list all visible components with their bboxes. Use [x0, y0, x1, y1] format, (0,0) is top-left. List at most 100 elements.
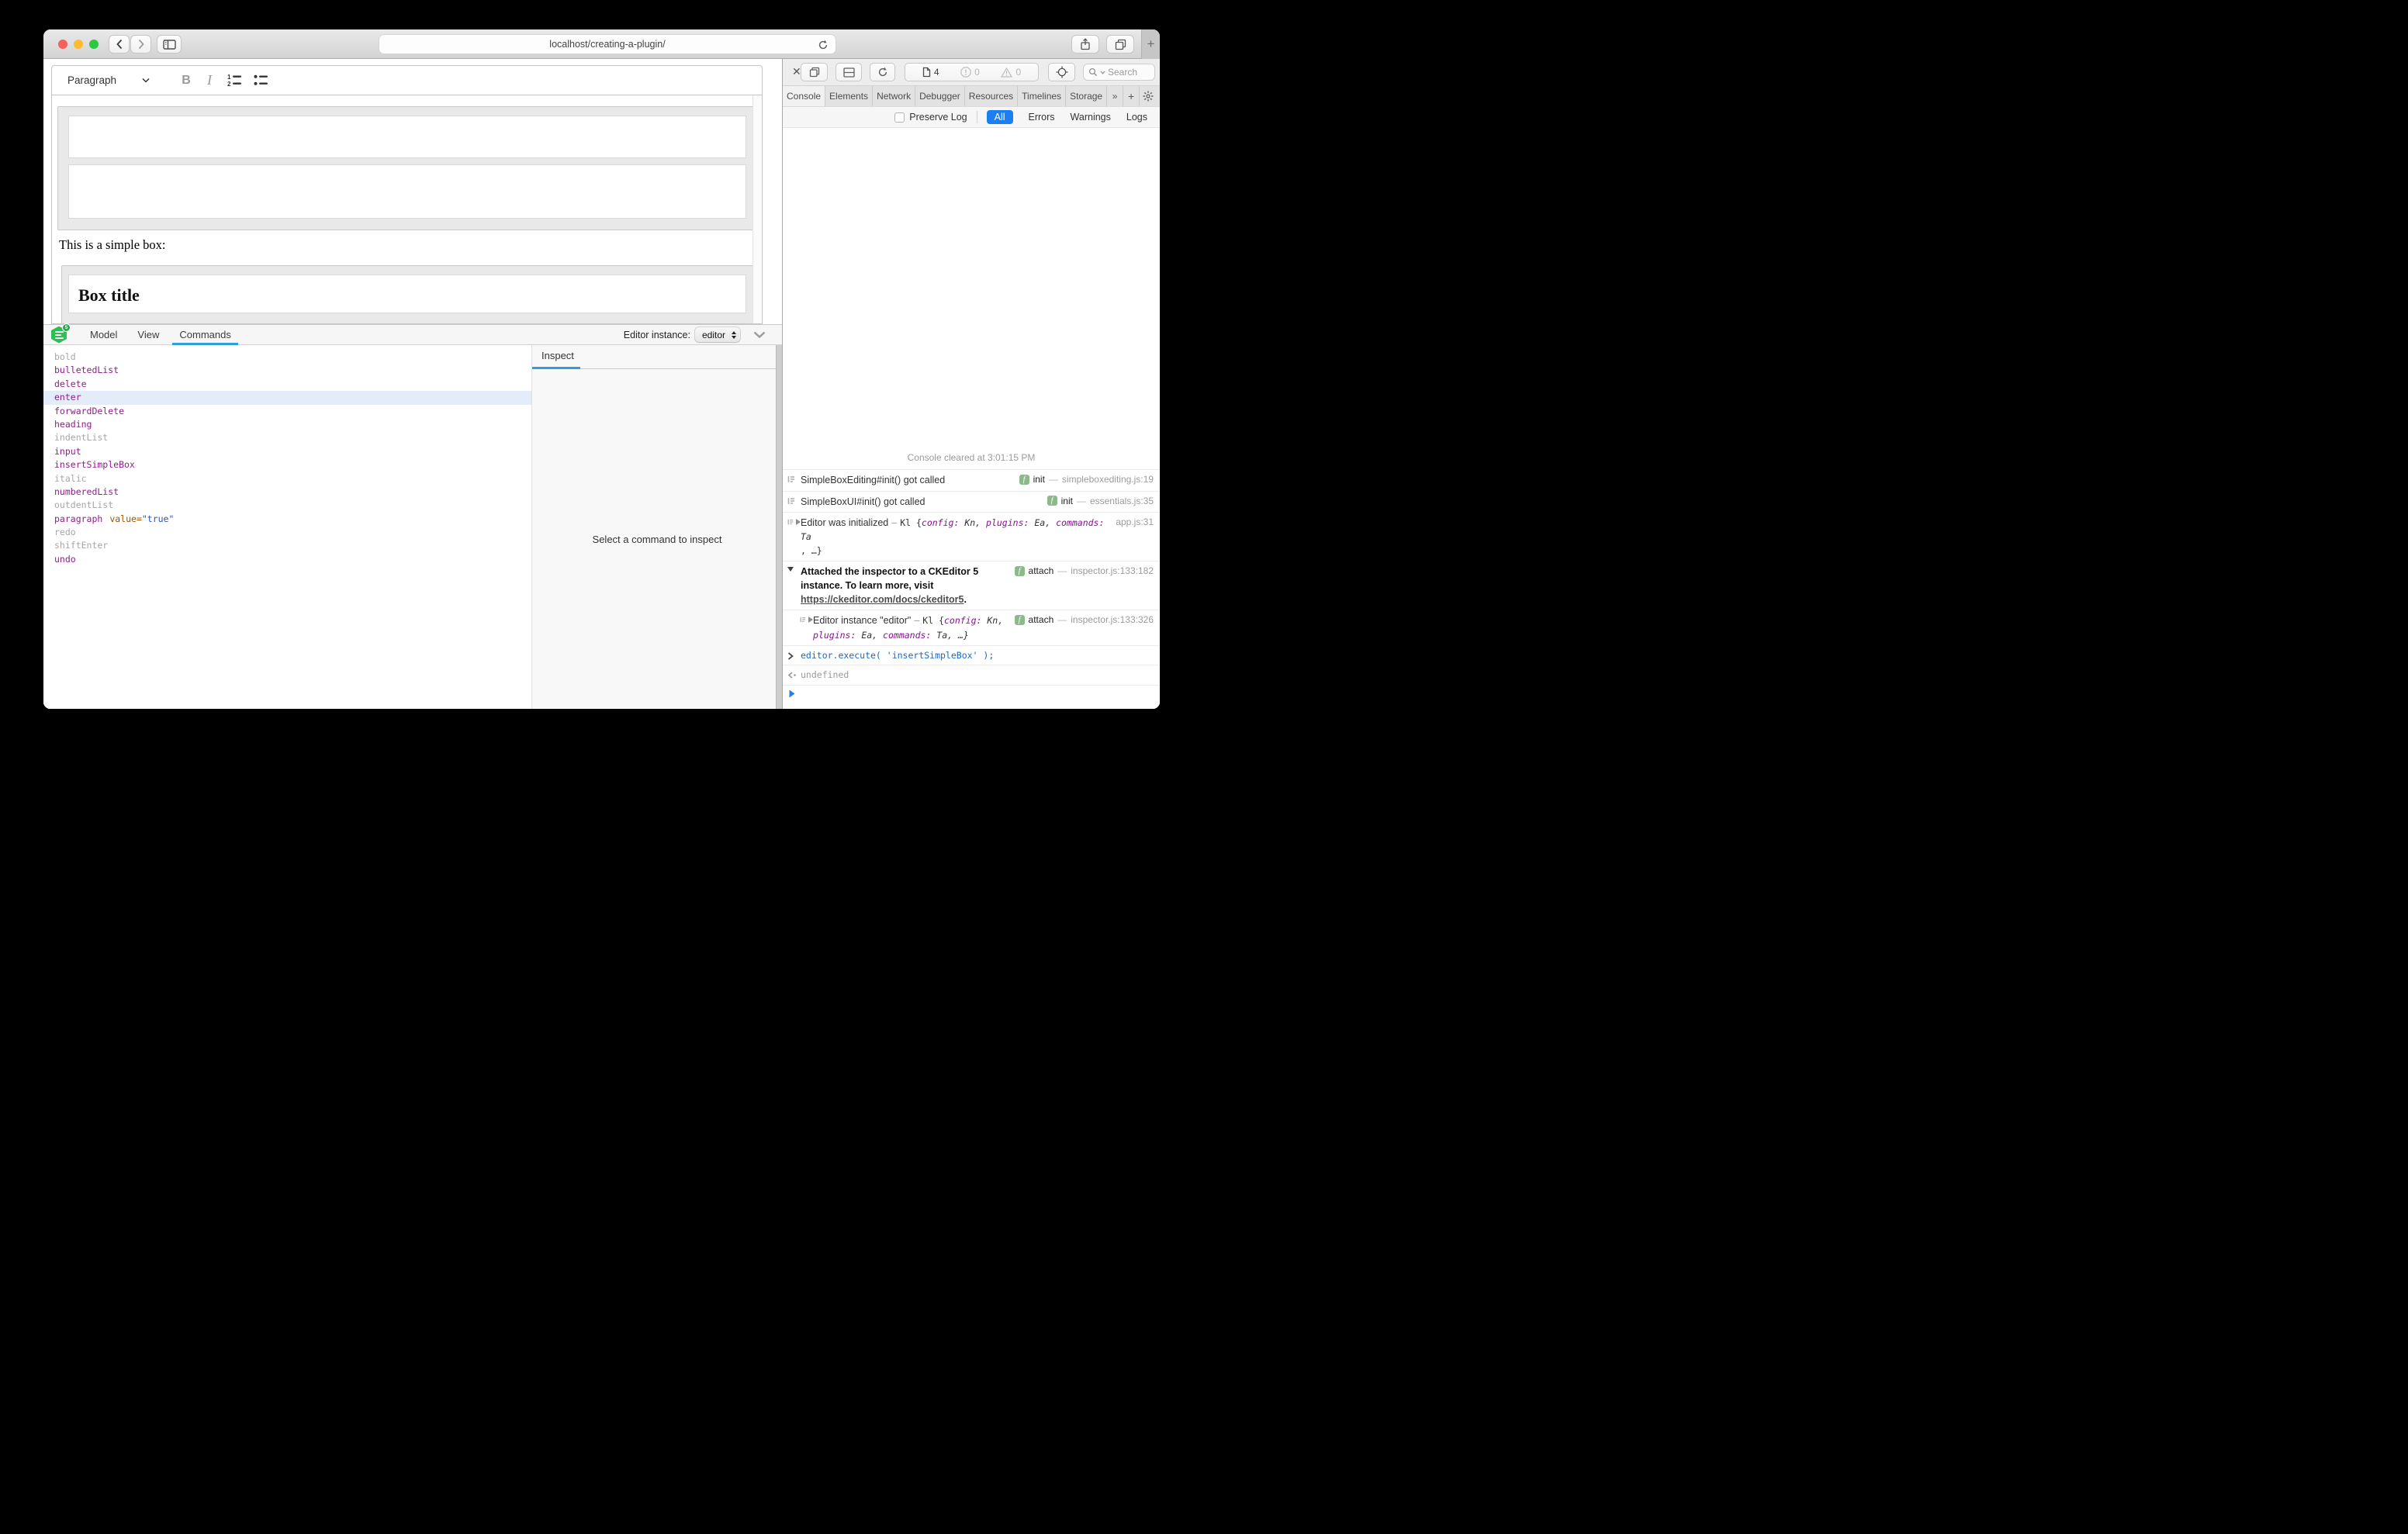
command-item[interactable]: undo	[43, 553, 531, 566]
ckeditor-docs-link[interactable]: https://ckeditor.com/docs/ckeditor5	[801, 594, 964, 605]
svg-text:1: 1	[227, 74, 231, 81]
source-location[interactable]: simpleboxediting.js:19	[1062, 474, 1154, 485]
console-log-entry-nested[interactable]: Editor instance "editor"–Kl {config: Kn,…	[783, 610, 1160, 644]
inspector-tab[interactable]: Elements	[825, 86, 873, 106]
disclosure-triangle-expanded[interactable]	[787, 567, 794, 572]
inspector-scrollbar[interactable]	[776, 345, 782, 709]
editor-scrollbar[interactable]	[752, 95, 762, 323]
inspector-tabs: ModelViewCommands	[80, 325, 241, 344]
command-item[interactable]: shiftEnter	[43, 539, 531, 552]
bulleted-list-button[interactable]	[247, 74, 274, 87]
filter-all[interactable]: All	[987, 110, 1013, 124]
inspector-tab[interactable]: Network	[873, 86, 915, 106]
chevron-down-icon	[1100, 71, 1105, 74]
add-tab-button[interactable]: +	[1123, 86, 1140, 106]
web-inspector-toolbar: ✕	[783, 59, 1160, 85]
console-input-entry[interactable]: editor.execute( 'insertSimpleBox' );	[783, 645, 1160, 665]
simple-box-widget-selected[interactable]	[57, 106, 756, 230]
search-icon	[1088, 67, 1098, 77]
filter-logs[interactable]: Logs	[1126, 112, 1147, 123]
tab-overflow-button[interactable]: »	[1107, 86, 1123, 106]
minimize-window-button[interactable]	[74, 40, 83, 49]
numbered-list-button[interactable]: 1 2	[221, 74, 247, 87]
tabs-icon	[1115, 39, 1126, 50]
command-item[interactable]: bold	[43, 351, 531, 364]
back-button[interactable]	[109, 35, 130, 54]
console-result-entry[interactable]: undefined	[783, 665, 1160, 685]
simple-box-description-field[interactable]	[68, 164, 746, 219]
close-window-button[interactable]	[58, 40, 67, 49]
settings-button[interactable]	[1140, 86, 1156, 106]
filter-warnings[interactable]: Warnings	[1071, 112, 1111, 123]
share-button[interactable]	[1071, 35, 1099, 54]
simple-box-widget[interactable]: Box title	[61, 265, 753, 324]
issues-summary[interactable]: 4 0 0	[905, 63, 1039, 81]
heading-dropdown[interactable]: Paragraph	[52, 74, 161, 86]
command-item[interactable]: numberedList	[43, 485, 531, 499]
source-location[interactable]: inspector.js:133:182	[1071, 565, 1154, 576]
inspector-tab[interactable]: Debugger	[915, 86, 965, 106]
editor-instance-select[interactable]: editor	[695, 327, 740, 342]
inspector-tab[interactable]: Commands	[169, 325, 240, 344]
close-inspector-button[interactable]: ✕	[792, 65, 801, 78]
dock-bottom-button[interactable]	[836, 63, 862, 81]
inspect-panel: Inspect Select a command to inspect	[532, 345, 782, 709]
editor-content[interactable]: This is a simple box: Box title	[51, 95, 763, 324]
dock-side-button[interactable]	[801, 63, 828, 81]
source-location[interactable]: app.js:31	[1116, 517, 1154, 527]
console-log-entry[interactable]: Editor was initialized–Kl {config: Kn, p…	[783, 512, 1160, 561]
command-item[interactable]: heading	[43, 418, 531, 431]
log-icon	[800, 616, 806, 624]
new-tab-button[interactable]: +	[1141, 29, 1160, 59]
command-item[interactable]: enter	[43, 391, 531, 404]
simple-box-title-field[interactable]: Box title	[68, 275, 746, 313]
command-item[interactable]: italic	[43, 472, 531, 485]
preserve-log-checkbox[interactable]	[894, 112, 905, 123]
command-item[interactable]: delete	[43, 378, 531, 391]
inspector-tab[interactable]: Model	[80, 325, 127, 344]
paragraph-text[interactable]: This is a simple box:	[59, 237, 166, 253]
inspector-tab[interactable]: Storage	[1066, 86, 1107, 106]
reload-page-button[interactable]	[870, 63, 895, 81]
command-item[interactable]: insertSimpleBox	[43, 458, 531, 472]
console-filter-bar: Preserve Log All Errors Warnings Logs	[783, 106, 1160, 128]
svg-text:2: 2	[227, 81, 231, 87]
source-location[interactable]: essentials.js:35	[1090, 496, 1154, 506]
inspector-tab[interactable]: Console	[783, 86, 825, 106]
reload-button[interactable]	[818, 40, 829, 50]
command-item[interactable]: forwardDelete	[43, 405, 531, 418]
filter-errors[interactable]: Errors	[1029, 112, 1055, 123]
bold-button[interactable]: B	[175, 74, 198, 88]
console-cleared-message: Console cleared at 3:01:15 PM	[783, 447, 1160, 469]
forward-button[interactable]	[130, 35, 151, 54]
inspector-tab[interactable]: View	[127, 325, 169, 344]
editor-instance-value: editor	[702, 330, 725, 340]
error-count: 0	[960, 67, 980, 78]
command-item[interactable]: indentList	[43, 431, 531, 444]
prompt-icon	[789, 689, 795, 698]
command-item[interactable]: redo	[43, 526, 531, 539]
url-field[interactable]: localhost/creating-a-plugin/	[379, 34, 836, 54]
safari-window: localhost/creating-a-plugin/ +	[43, 29, 1160, 709]
command-item[interactable]: bulletedList	[43, 364, 531, 377]
console-log-entry[interactable]: Attached the inspector to a CKEditor 5 i…	[783, 561, 1160, 610]
console-log-entry[interactable]: SimpleBoxEditing#init() got called finit…	[783, 469, 1160, 490]
source-location[interactable]: inspector.js:133:326	[1071, 614, 1154, 625]
inspector-search-field[interactable]: Search	[1083, 64, 1155, 81]
sidebar-toggle-button[interactable]	[157, 35, 182, 54]
tab-inspect[interactable]: Inspect	[541, 350, 574, 361]
inspector-tab[interactable]: Resources	[965, 86, 1018, 106]
command-item[interactable]: outdentList	[43, 499, 531, 512]
console-prompt[interactable]	[783, 685, 1160, 709]
italic-button[interactable]: I	[198, 72, 221, 88]
collapse-inspector-button[interactable]	[749, 331, 770, 338]
console-log-entry[interactable]: SimpleBoxUI#init() got called finit—esse…	[783, 491, 1160, 512]
tab-overview-button[interactable]	[1106, 35, 1134, 54]
simple-box-title-field[interactable]	[68, 116, 746, 158]
chevron-right-icon	[137, 39, 145, 50]
element-picker-button[interactable]	[1048, 63, 1075, 81]
command-item[interactable]: input	[43, 445, 531, 458]
inspector-tab[interactable]: Timelines	[1018, 86, 1066, 106]
zoom-window-button[interactable]	[89, 40, 99, 49]
command-item[interactable]: paragraphvalue="true"	[43, 513, 531, 526]
